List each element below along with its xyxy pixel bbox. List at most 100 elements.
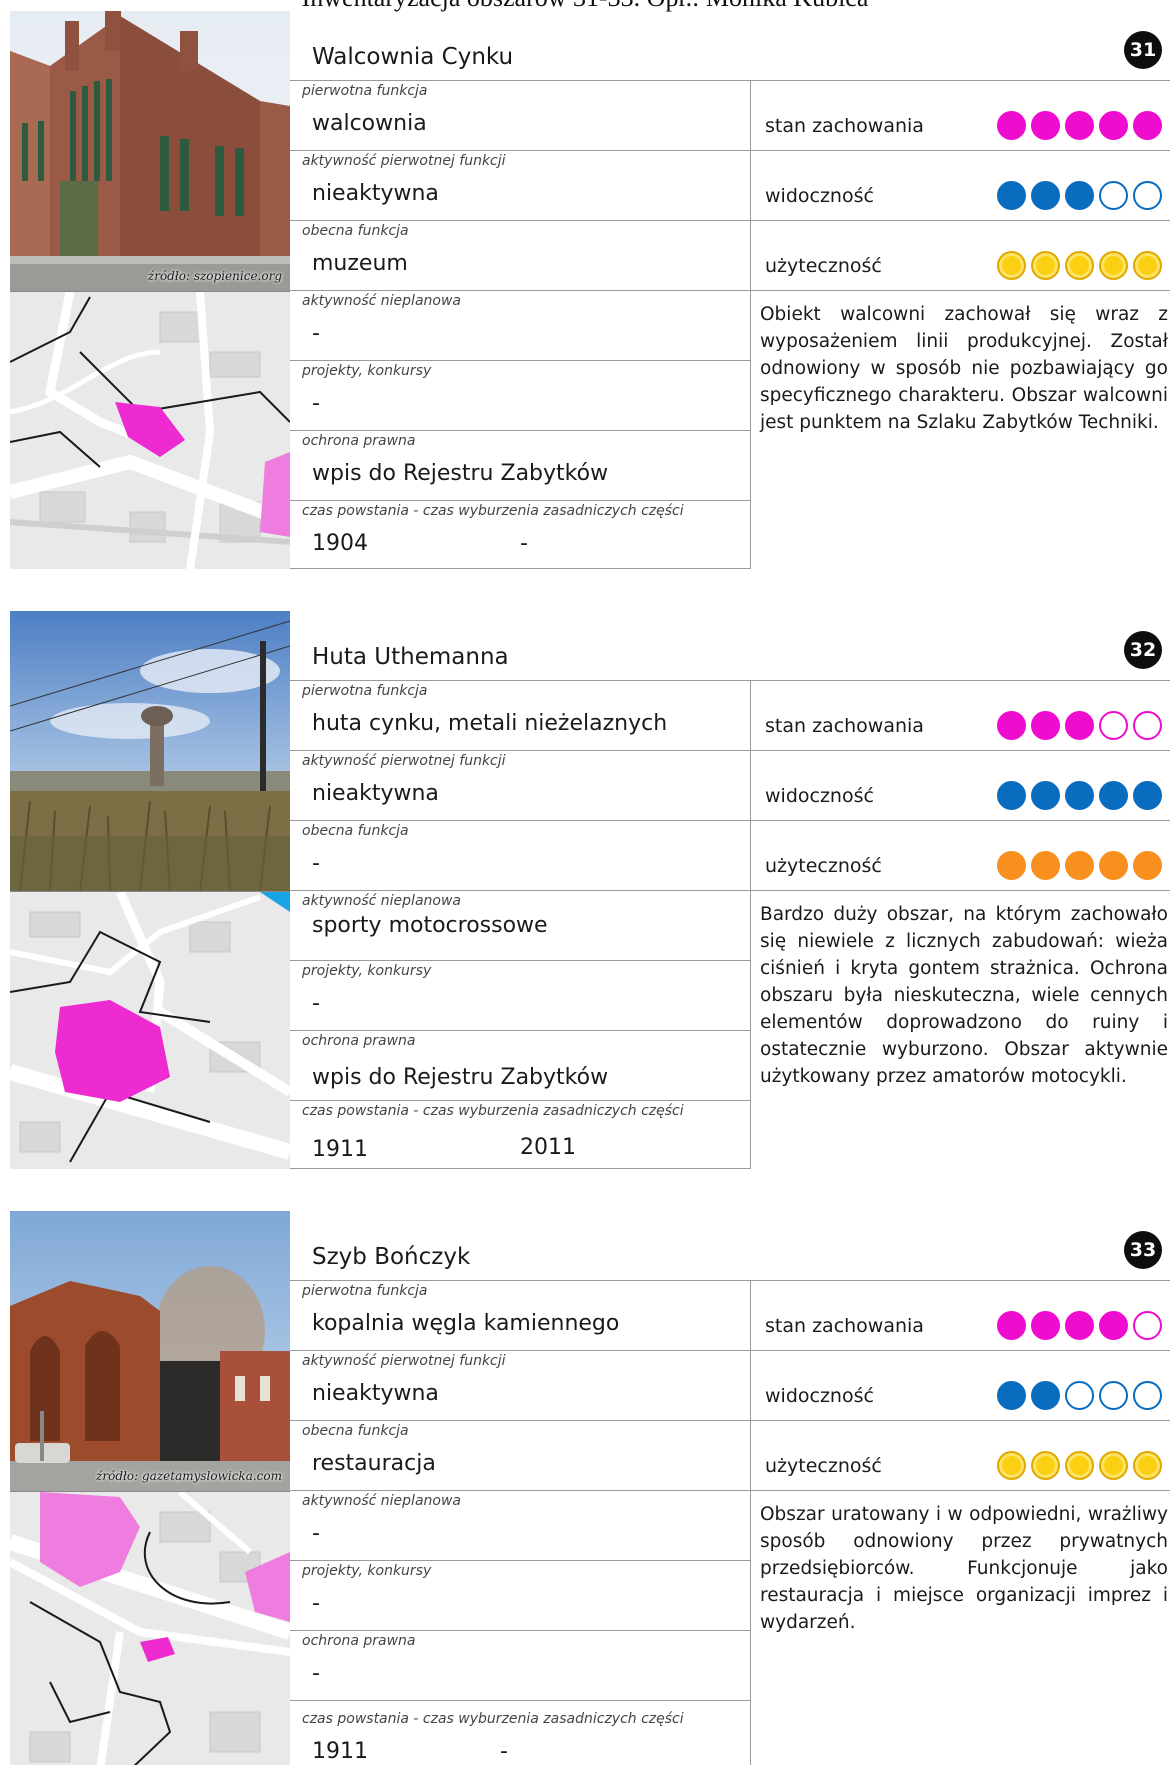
- rating-dot-filled: [1099, 851, 1128, 880]
- site-photo: [10, 611, 290, 891]
- field-original-function: pierwotna funkcja kopalnia węgla kamienn…: [290, 1281, 750, 1351]
- divider: [290, 568, 750, 569]
- field-unplanned-activity: aktywność nieplanowa sporty motocrossowe: [290, 891, 750, 961]
- rating-dot-filled: [997, 251, 1026, 280]
- field-value: walcownia: [312, 111, 427, 136]
- rating-dots: [997, 181, 1162, 211]
- site-photo: źródło: gazetamyslowicka.com: [10, 1211, 290, 1491]
- rating-label: widoczność: [765, 1385, 874, 1407]
- field-label: obecna funkcja: [302, 223, 409, 239]
- card-title: Szyb Bończyk: [312, 1244, 471, 1270]
- rating-dot-filled: [997, 1311, 1026, 1340]
- field-label: projekty, konkursy: [302, 1563, 432, 1579]
- field-current-function: obecna funkcja -: [290, 821, 750, 891]
- rating-label: stan zachowania: [765, 1315, 924, 1337]
- page-title: Inwentaryzacja obszarów 31-33. Opr.: Mon…: [0, 0, 1170, 11]
- card-title-row: Walcownia Cynku 31: [290, 11, 1170, 81]
- built-year: 1904: [312, 531, 368, 556]
- field-projects: projekty, konkursy -: [290, 361, 750, 431]
- field-value: huta cynku, metali nieżelaznych: [312, 711, 668, 736]
- rating-dot-filled: [997, 1451, 1026, 1480]
- rating-dot-filled: [1031, 1381, 1060, 1410]
- photo-credit: źródło: szopienice.org: [147, 269, 282, 283]
- field-label: obecna funkcja: [302, 823, 409, 839]
- demolished-year: -: [500, 1739, 508, 1764]
- field-current-function: obecna funkcja muzeum: [290, 221, 750, 291]
- location-map: [10, 291, 290, 569]
- rating-dot-filled: [1031, 851, 1060, 880]
- rating-dots: [997, 851, 1162, 881]
- field-label: aktywność pierwotnej funkcji: [302, 753, 506, 769]
- field-label: ochrona prawna: [302, 1633, 416, 1649]
- field-value: -: [312, 321, 320, 346]
- field-label: pierwotna funkcja: [302, 683, 428, 699]
- field-unplanned-activity: aktywność nieplanowa -: [290, 1491, 750, 1561]
- rating-dot-filled: [1031, 181, 1060, 210]
- card-title-row: Huta Uthemanna 32: [290, 611, 1170, 681]
- rating-label: użyteczność: [765, 255, 882, 277]
- field-value: nieaktywna: [312, 181, 439, 206]
- demolished-year: 2011: [520, 1135, 576, 1160]
- card-number-badge: 31: [1124, 31, 1162, 69]
- field-value: -: [312, 851, 320, 876]
- attribute-fields: pierwotna funkcja kopalnia węgla kamienn…: [290, 1281, 750, 1765]
- field-label: projekty, konkursy: [302, 963, 432, 979]
- rating-state: stan zachowania: [751, 1281, 1170, 1351]
- field-value: restauracja: [312, 1451, 436, 1476]
- rating-usefulness: użyteczność: [751, 1421, 1170, 1491]
- rating-state: stan zachowania: [751, 681, 1170, 751]
- field-label: pierwotna funkcja: [302, 83, 428, 99]
- rating-dot-filled: [1031, 1451, 1060, 1480]
- rating-dot-empty: [1133, 1311, 1162, 1340]
- field-label: projekty, konkursy: [302, 363, 432, 379]
- ratings-panel: stan zachowania widoczność użyteczność: [751, 681, 1170, 891]
- rating-state: stan zachowania: [751, 81, 1170, 151]
- field-projects: projekty, konkursy -: [290, 1561, 750, 1631]
- rating-dot-filled: [1031, 251, 1060, 280]
- card-number-badge: 32: [1124, 631, 1162, 669]
- field-label: aktywność nieplanowa: [302, 293, 461, 309]
- rating-dot-empty: [1133, 1381, 1162, 1410]
- rating-usefulness: użyteczność: [751, 821, 1170, 891]
- field-legal-protection: ochrona prawna wpis do Rejestru Zabytków: [290, 431, 750, 501]
- rating-label: stan zachowania: [765, 715, 924, 737]
- ratings-panel: stan zachowania widoczność użyteczność: [751, 81, 1170, 291]
- rating-dots: [997, 251, 1162, 281]
- field-label: ochrona prawna: [302, 433, 416, 449]
- rating-dot-filled: [1099, 251, 1128, 280]
- field-value: muzeum: [312, 251, 408, 276]
- field-label: czas powstania - czas wyburzenia zasadni…: [302, 503, 684, 519]
- field-value: nieaktywna: [312, 781, 439, 806]
- field-current-function: obecna funkcja restauracja: [290, 1421, 750, 1491]
- rating-dot-filled: [1065, 711, 1094, 740]
- rating-label: użyteczność: [765, 1455, 882, 1477]
- inventory-card: źródło: gazetamyslowicka.com Szyb Bończy…: [10, 1211, 1170, 1765]
- rating-visibility: widoczność: [751, 751, 1170, 821]
- rating-dots: [997, 711, 1162, 741]
- field-label: obecna funkcja: [302, 1423, 409, 1439]
- rating-dot-filled: [1065, 781, 1094, 810]
- card-title: Huta Uthemanna: [312, 644, 509, 670]
- description-text: Obszar uratowany i w odpowiedni, wrażliw…: [760, 1504, 1168, 1633]
- rating-dot-empty: [1065, 1381, 1094, 1410]
- rating-dot-filled: [1133, 1451, 1162, 1480]
- rating-dots: [997, 781, 1162, 811]
- field-value: -: [312, 991, 320, 1016]
- rating-dot-filled: [997, 781, 1026, 810]
- rating-dot-filled: [1031, 711, 1060, 740]
- field-value: kopalnia węgla kamiennego: [312, 1311, 620, 1336]
- rating-dot-filled: [1031, 1311, 1060, 1340]
- rating-dot-filled: [1031, 111, 1060, 140]
- built-year: 1911: [312, 1739, 368, 1764]
- field-label: czas powstania - czas wyburzenia zasadni…: [302, 1711, 684, 1727]
- rating-dot-filled: [1133, 781, 1162, 810]
- field-projects: projekty, konkursy -: [290, 961, 750, 1031]
- field-label: aktywność pierwotnej funkcji: [302, 153, 506, 169]
- rating-dot-filled: [1099, 111, 1128, 140]
- site-photo: źródło: szopienice.org: [10, 11, 290, 291]
- rating-dot-empty: [1099, 181, 1128, 210]
- field-function-activity: aktywność pierwotnej funkcji nieaktywna: [290, 151, 750, 221]
- photo-credit: źródło: gazetamyslowicka.com: [96, 1469, 282, 1483]
- card-title: Walcownia Cynku: [312, 44, 514, 70]
- location-map: [10, 891, 290, 1169]
